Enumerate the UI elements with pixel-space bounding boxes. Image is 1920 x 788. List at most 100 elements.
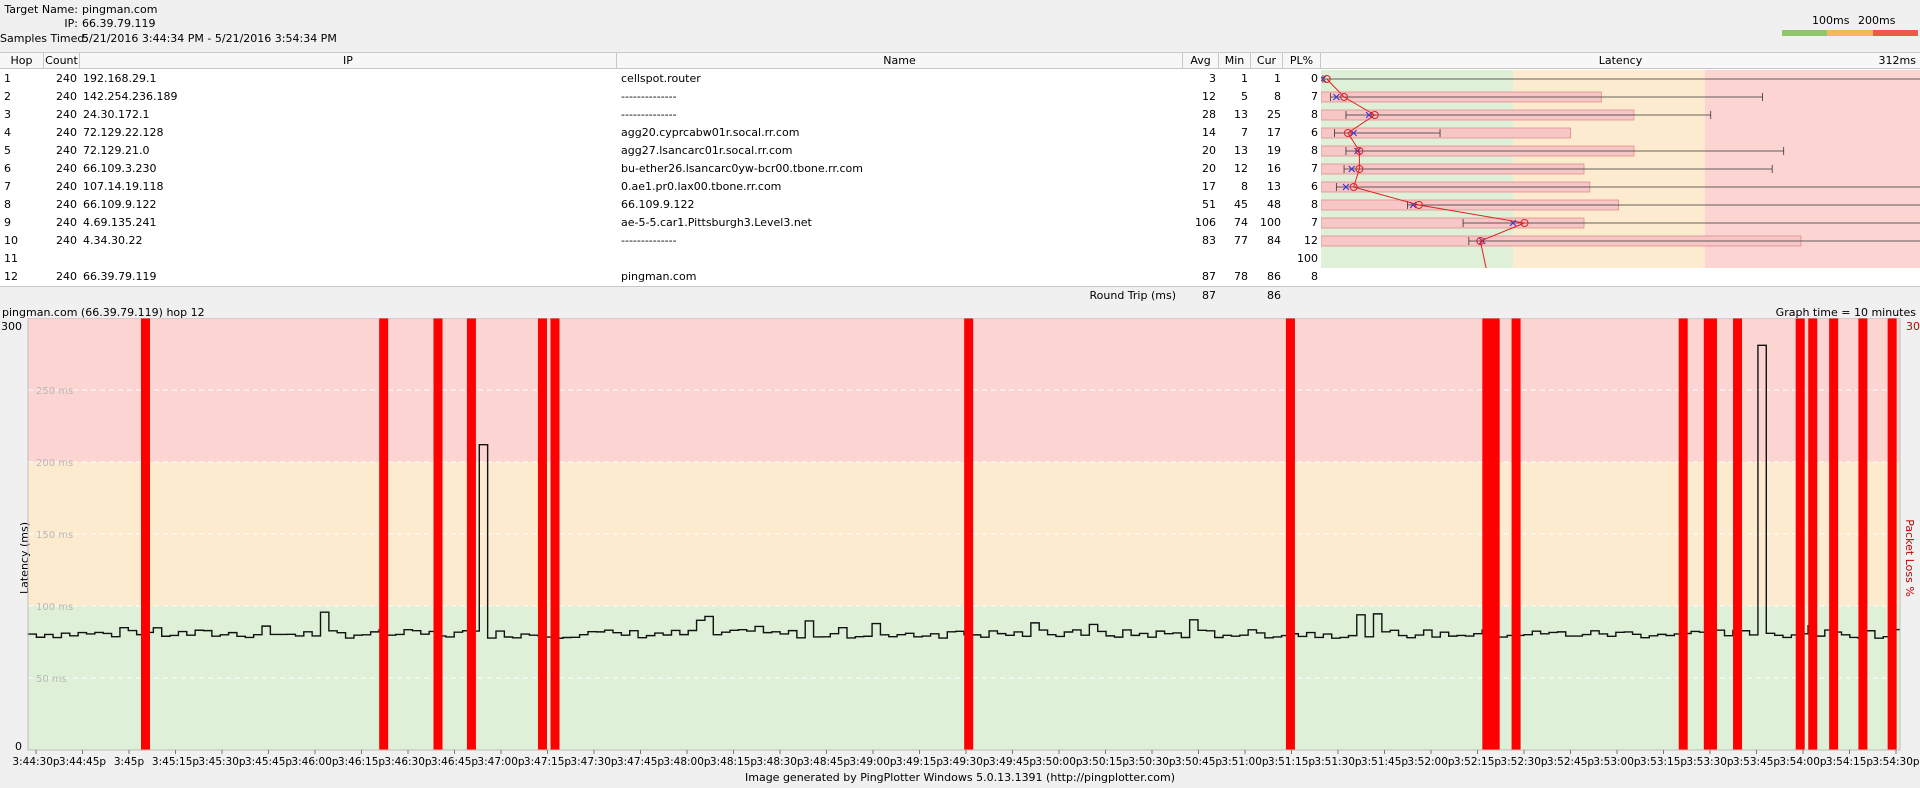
table-row[interactable]: 4 240 72.129.22.128 agg20.cyprcabw01r.socal… — [0, 124, 1320, 142]
cell-pl: 0 — [1311, 72, 1318, 85]
graph-x-tick-label: 3:44:30p — [12, 756, 59, 768]
cell-cur: 1 — [1274, 72, 1281, 85]
col-latency[interactable]: Latency — [1321, 53, 1920, 69]
col-count[interactable]: Count — [44, 53, 80, 69]
cell-count: 240 — [56, 162, 77, 175]
cell-name — [621, 250, 1181, 268]
cell-min: 45 — [1234, 198, 1248, 211]
round-trip-avg: 87 — [1202, 289, 1216, 302]
graph-packet-loss-bar — [1887, 318, 1897, 750]
graph-packet-loss-bar — [1678, 318, 1688, 750]
table-row[interactable]: 3 240 24.30.172.1 -------------- 28 13 25 8 — [0, 106, 1320, 124]
graph-x-tick-label: 3:47:15p — [524, 756, 571, 768]
graph-x-tick-label: 3:46:30p — [384, 756, 431, 768]
cell-count: 240 — [56, 234, 77, 247]
graph-x-tick-label: 3:52:45p — [1547, 756, 1594, 768]
cell-cur: 48 — [1267, 198, 1281, 211]
table-row[interactable]: 9 240 4.69.135.241 ae-5-5.car1.Pittsburgh3.… — [0, 214, 1320, 232]
graph-y-tick-label: 150 ms — [36, 530, 73, 541]
graph-x-tick-label: 3:45:30p — [198, 756, 245, 768]
graph-x-tick-label: 3:51:30p — [1314, 756, 1361, 768]
cell-cur: 84 — [1267, 234, 1281, 247]
legend-bad-swatch — [1872, 30, 1918, 36]
graph-x-tick-label: 3:53:30p — [1686, 756, 1733, 768]
graph-x-tick-label: 3:51:15p — [1268, 756, 1315, 768]
graph-packet-loss-bar — [433, 318, 443, 750]
target-name-label: Target Name: — [4, 3, 78, 16]
graph-x-tick-label: 3:45:15p — [152, 756, 199, 768]
table-row[interactable]: 2 240 142.254.236.189 -------------- 12 5 8 7 — [0, 88, 1320, 106]
table-row[interactable]: 11 100 — [0, 250, 1320, 268]
cell-count: 240 — [56, 270, 77, 283]
table-row[interactable]: 6 240 66.109.3.230 bu-ether26.lsancarc0yw-b… — [0, 160, 1320, 178]
cell-name: -------------- — [621, 90, 677, 103]
graph-y-tick-label: 50 ms — [36, 674, 67, 685]
graph-packet-loss-bar — [1511, 318, 1521, 750]
samples-label: Samples Timed: — [0, 32, 89, 45]
graph-packet-loss-bar — [1808, 318, 1818, 750]
graph-y-tick-label: 250 ms — [36, 386, 73, 397]
cell-name: pingman.com — [621, 270, 697, 283]
round-trip-label: Round Trip (ms) — [1089, 289, 1177, 302]
cell-pl: 12 — [1304, 234, 1318, 247]
cell-hop: 7 — [4, 180, 11, 193]
graph-x-tick-label: 3:51:00p — [1221, 756, 1268, 768]
table-row[interactable]: 7 240 107.14.19.118 0.ae1.pr0.lax00.tbone.r… — [0, 178, 1320, 196]
cell-min: 13 — [1234, 144, 1248, 157]
graph-x-tick-label: 3:53:00p — [1593, 756, 1640, 768]
cell-avg: 12 — [1202, 90, 1216, 103]
graph-packet-loss-bar — [1795, 318, 1805, 750]
cell-hop: 8 — [4, 198, 11, 211]
round-trip-cur: 86 — [1267, 289, 1281, 302]
graph-y-bottom-label: 0 — [15, 740, 22, 753]
col-min[interactable]: Min — [1219, 53, 1251, 69]
graph-x-tick-label: 3:49:45p — [989, 756, 1036, 768]
table-row[interactable]: 1 240 192.168.29.1 cellspot.router 3 1 1 0 — [0, 70, 1320, 88]
latency-time-graph[interactable]: 250 ms 200 ms 150 ms 100 ms 50 ms 300 0 30 Laten… — [0, 318, 1920, 770]
cell-pl: 6 — [1311, 126, 1318, 139]
cell-pl: 100 — [1297, 252, 1318, 265]
cell-name: agg27.lsancarc01r.socal.rr.com — [621, 144, 793, 157]
col-ip[interactable]: IP — [80, 53, 617, 69]
cell-min: 77 — [1234, 234, 1248, 247]
cell-avg: 17 — [1202, 180, 1216, 193]
col-avg[interactable]: Avg — [1183, 53, 1219, 69]
cell-count: 240 — [56, 216, 77, 229]
table-row[interactable]: 5 240 72.129.21.0 agg27.lsancarc01r.socal.r… — [0, 142, 1320, 160]
graph-x-tick-label: 3:45p — [114, 756, 145, 768]
col-pl[interactable]: PL% — [1283, 53, 1321, 69]
cell-hop: 5 — [4, 144, 11, 157]
target-name-value: pingman.com — [82, 3, 158, 16]
footer-credit: Image generated by PingPlotter Windows 5… — [745, 771, 1175, 784]
trace-table: Hop Count IP Name Avg Min Cur PL% Latenc… — [0, 52, 1920, 304]
graph-x-tick-label: 3:50:30p — [1128, 756, 1175, 768]
table-header: Hop Count IP Name Avg Min Cur PL% Latenc… — [0, 52, 1920, 69]
samples-row: Samples Timed:5/21/2016 3:44:34 PM - 5/2… — [0, 32, 337, 46]
col-hop[interactable]: Hop — [0, 53, 44, 69]
legend-warn-swatch — [1827, 30, 1873, 36]
table-row[interactable]: 8 240 66.109.9.122 66.109.9.122 51 45 48 8 — [0, 196, 1320, 214]
cell-name: ae-5-5.car1.Pittsburgh3.Level3.net — [621, 216, 812, 229]
col-cur[interactable]: Cur — [1251, 53, 1283, 69]
graph-packet-loss-bar — [1858, 318, 1868, 750]
cell-ip: 142.254.236.189 — [83, 90, 178, 103]
graph-x-tick-label: 3:52:30p — [1500, 756, 1547, 768]
cell-cur: 25 — [1267, 108, 1281, 121]
cell-cur: 13 — [1267, 180, 1281, 193]
cell-hop: 1 — [4, 72, 11, 85]
table-row[interactable]: 10 240 4.34.30.22 -------------- 83 77 84 12 — [0, 232, 1320, 250]
graph-y-tick-label: 200 ms — [36, 458, 73, 469]
cell-count: 240 — [56, 144, 77, 157]
cell-name: 66.109.9.122 — [621, 198, 695, 211]
cell-avg: 28 — [1202, 108, 1216, 121]
table-row[interactable]: 12 240 66.39.79.119 pingman.com 87 78 86 8 — [0, 268, 1320, 286]
ip-row: IP: 66.39.79.119 — [0, 17, 155, 31]
cell-cur: 100 — [1260, 216, 1281, 229]
graph-y-top-label: 300 — [1, 320, 22, 333]
legend-good-swatch — [1782, 30, 1828, 36]
cell-pl: 8 — [1311, 270, 1318, 283]
col-name[interactable]: Name — [617, 53, 1183, 69]
cell-avg: 20 — [1202, 144, 1216, 157]
cell-name: -------------- — [621, 234, 677, 247]
cell-hop: 4 — [4, 126, 11, 139]
